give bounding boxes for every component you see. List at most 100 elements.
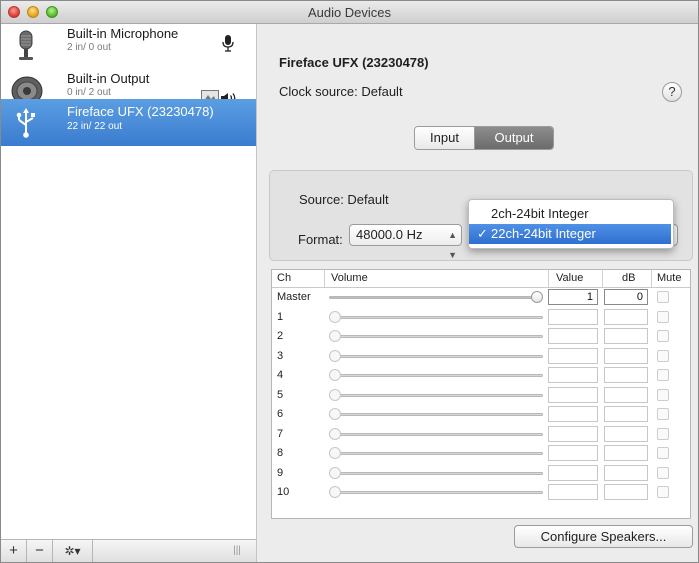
device-list: Built-in Microphone 2 in/ 0 out Built-in… — [1, 24, 257, 539]
usb-icon — [9, 107, 43, 139]
input-device-badge-icon — [221, 34, 235, 57]
volume-slider-track — [329, 335, 543, 338]
sample-rate-popup[interactable]: 48000.0 Hz ▲ ▼ — [349, 224, 462, 260]
value-field — [548, 308, 598, 325]
mute-checkbox — [657, 486, 669, 498]
gear-icon: ✲▾ — [64, 544, 81, 558]
table-row: 9 — [272, 464, 690, 483]
column-header-db[interactable]: dB — [622, 272, 635, 284]
menu-item-2ch-24bit[interactable]: 2ch-24bit Integer — [469, 204, 671, 224]
volume-slider-track — [329, 374, 543, 377]
channel-label: 6 — [277, 408, 284, 420]
tab-output[interactable]: Output — [475, 127, 553, 149]
menu-item-22ch-24bit[interactable]: ✓ 22ch-24bit Integer — [469, 224, 671, 244]
gear-menu-button[interactable]: ✲▾ — [53, 540, 93, 562]
value-field — [548, 328, 598, 344]
sample-rate-value: 48000.0 Hz — [356, 227, 423, 242]
column-header-ch[interactable]: Ch — [277, 272, 291, 284]
microphone-icon — [9, 30, 43, 62]
value-field — [548, 406, 598, 422]
volume-slider-knob — [329, 466, 341, 479]
volume-slider-knob — [329, 349, 341, 362]
db-field[interactable]: 0 — [604, 289, 648, 305]
table-row: 6 — [272, 405, 690, 424]
volume-slider-track — [329, 452, 543, 455]
table-row: Master 1 0 — [272, 288, 690, 307]
column-header-value[interactable]: Value — [556, 272, 583, 284]
menu-item-label: 22ch-24bit Integer — [491, 226, 596, 241]
add-device-button[interactable]: + — [1, 540, 27, 562]
channel-label: 5 — [277, 388, 284, 401]
mute-checkbox — [657, 447, 669, 459]
volume-slider-knob — [329, 427, 341, 440]
configure-speakers-button[interactable]: Configure Speakers... — [514, 525, 693, 548]
db-field — [604, 464, 648, 481]
volume-slider-knob — [329, 310, 341, 323]
db-field — [604, 347, 648, 364]
format-label: Format: — [298, 232, 343, 247]
source-label: Source: Default — [299, 192, 389, 207]
table-row: 8 — [272, 444, 690, 463]
channel-label: 2 — [277, 330, 284, 342]
channel-label: 4 — [277, 369, 284, 381]
device-io: 0 in/ 2 out — [67, 87, 111, 98]
mute-checkbox — [657, 310, 669, 323]
help-button[interactable]: ? — [662, 82, 682, 102]
volume-slider-track — [329, 393, 543, 397]
volume-slider-track — [329, 296, 543, 299]
value-field — [548, 445, 598, 461]
title-bar: Audio Devices — [1, 1, 698, 24]
mute-checkbox — [657, 330, 669, 342]
device-name: Built-in Output — [67, 71, 150, 86]
value-field — [548, 347, 598, 364]
popup-arrows-icon: ▲ ▼ — [448, 230, 457, 260]
device-list-toolbar: + − ✲▾ ||| — [1, 539, 257, 562]
device-io: 2 in/ 0 out — [67, 42, 111, 53]
volume-slider-knob — [329, 330, 341, 342]
db-field — [604, 386, 648, 403]
table-row: 10 — [272, 483, 690, 502]
table-header: Ch Volume Value dB Mute — [272, 270, 690, 288]
mute-checkbox — [657, 369, 669, 381]
table-row: 2 — [272, 327, 690, 346]
volume-slider-track — [329, 315, 543, 319]
audio-devices-window: Audio Devices Built-in Microphone 2 in/ … — [0, 0, 699, 563]
clock-source: Clock source: Default — [279, 84, 403, 99]
format-dropdown-menu: 2ch-24bit Integer ✓ 22ch-24bit Integer — [468, 199, 674, 249]
table-row: 5 — [272, 386, 690, 405]
column-header-mute[interactable]: Mute — [657, 272, 681, 284]
volume-slider-track — [329, 432, 543, 436]
value-field — [548, 386, 598, 403]
mute-checkbox — [657, 291, 669, 303]
db-field — [604, 484, 648, 500]
value-field — [548, 484, 598, 500]
mute-checkbox — [657, 466, 669, 479]
value-field[interactable]: 1 — [548, 289, 598, 305]
volume-slider-knob — [329, 408, 341, 420]
device-item-fireface-ufx[interactable]: Fireface UFX (23230478) 22 in/ 22 out — [1, 99, 256, 146]
volume-slider-knob — [329, 369, 341, 381]
volume-slider-track — [329, 413, 543, 416]
channel-label: 10 — [277, 486, 290, 498]
device-title: Fireface UFX (23230478) — [279, 55, 429, 70]
tab-input[interactable]: Input — [415, 127, 475, 149]
mute-checkbox — [657, 408, 669, 420]
channel-label: Master — [277, 291, 311, 303]
table-row: 3 — [272, 347, 690, 366]
volume-slider-knob — [329, 447, 341, 459]
table-row: 7 — [272, 425, 690, 444]
column-header-volume[interactable]: Volume — [331, 272, 368, 284]
device-item-built-in-microphone[interactable]: Built-in Microphone 2 in/ 0 out — [1, 24, 256, 68]
remove-device-button[interactable]: − — [27, 540, 53, 562]
device-name: Built-in Microphone — [67, 26, 179, 41]
volume-slider-knob[interactable] — [531, 291, 543, 303]
value-field — [548, 425, 598, 442]
db-field — [604, 425, 648, 442]
volume-slider-track — [329, 491, 543, 494]
device-io: 22 in/ 22 out — [67, 121, 123, 132]
mute-checkbox — [657, 388, 669, 401]
channel-volume-table: Ch Volume Value dB Mute Master 1 0 1 2 3 4 5 6 7 8… — [271, 269, 691, 519]
table-row: 4 — [272, 366, 690, 385]
value-field — [548, 367, 598, 383]
resize-handle[interactable]: ||| — [227, 540, 247, 562]
